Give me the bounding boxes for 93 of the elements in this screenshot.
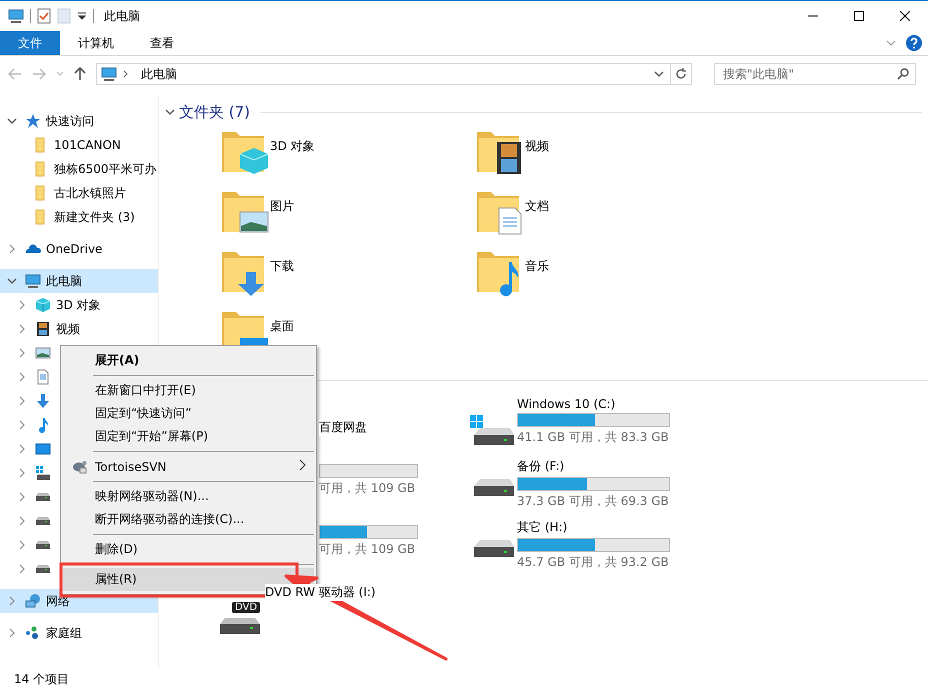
menu-item[interactable]: 固定到“开始”屏幕(P) xyxy=(63,425,314,448)
homegroup-icon xyxy=(25,625,41,641)
item-count: 14 个项目 xyxy=(14,671,70,688)
chevron-right-icon[interactable] xyxy=(7,244,17,254)
dvd-label: DVD xyxy=(232,602,260,613)
drive-icon xyxy=(35,493,51,501)
nav-item[interactable]: 家庭组 xyxy=(0,621,158,645)
nav-item[interactable]: 101CANON xyxy=(0,133,158,157)
drive-icon xyxy=(35,541,51,549)
folder-name[interactable]: 3D 对象 xyxy=(270,128,315,188)
capacity-text: 45.7 GB 可用，共 93.2 GB xyxy=(517,554,669,571)
drive-name[interactable]: 备份 (F:) xyxy=(517,458,564,475)
chevron-right-icon[interactable] xyxy=(17,468,27,478)
nav-item[interactable]: 独栋6500平米可办 xyxy=(0,157,158,181)
windows-drive-icon xyxy=(35,465,51,481)
dropdown-icon[interactable] xyxy=(77,11,87,21)
chevron-right-icon[interactable] xyxy=(17,420,27,430)
chevron-right-icon[interactable] xyxy=(17,396,27,406)
forward-arrow-icon[interactable] xyxy=(32,68,46,80)
search-box[interactable]: 搜索"此电脑" xyxy=(714,63,916,85)
folder-name[interactable]: 音乐 xyxy=(525,248,549,308)
computer-icon xyxy=(8,8,24,24)
dvd-drive-icon xyxy=(218,618,262,636)
close-icon xyxy=(900,11,910,21)
capacity-text: 可用，共 109 GB xyxy=(319,480,416,497)
nav-item[interactable]: 此电脑 xyxy=(0,269,158,293)
chevron-down-icon[interactable] xyxy=(7,276,17,286)
section-heading[interactable]: 文件夹 (7) xyxy=(179,102,250,122)
chevron-right-icon[interactable] xyxy=(17,516,27,526)
document-icon xyxy=(35,369,51,385)
ribbon-tab[interactable]: 查看 xyxy=(132,31,192,55)
breadcrumb-chevron-icon[interactable] xyxy=(123,70,129,78)
film-icon xyxy=(35,321,51,337)
chevron-right-icon[interactable] xyxy=(17,300,27,310)
up-arrow-icon[interactable] xyxy=(74,67,86,81)
chevron-right-icon[interactable] xyxy=(17,492,27,502)
desktop-icon xyxy=(35,441,51,457)
cube-icon xyxy=(35,297,51,313)
drive-name[interactable]: Windows 10 (C:) xyxy=(517,397,616,411)
menu-item[interactable]: 在新窗口中打开(E) xyxy=(63,379,314,402)
menu-item[interactable]: 展开(A) xyxy=(63,349,314,372)
ribbon-tab[interactable]: 文件 xyxy=(0,31,60,55)
drive-icon xyxy=(35,565,51,573)
back-arrow-icon[interactable] xyxy=(8,68,22,80)
help-icon[interactable] xyxy=(906,35,922,51)
nav-item[interactable]: 古北水镇照片 xyxy=(0,181,158,205)
menu-item[interactable]: 删除(D) xyxy=(63,538,314,561)
star-icon xyxy=(25,113,41,129)
capacity-text: 37.3 GB 可用，共 69.3 GB xyxy=(517,493,669,510)
chevron-right-icon[interactable] xyxy=(17,324,27,334)
address-dropdown-icon[interactable] xyxy=(654,70,664,78)
menu-item[interactable]: 断开网络驱动器的连接(C)... xyxy=(63,508,314,531)
chevron-down-icon[interactable] xyxy=(165,107,175,117)
folder-name[interactable]: 视频 xyxy=(525,128,549,188)
menu-item[interactable]: TortoiseSVN xyxy=(63,455,314,478)
chevron-right-icon[interactable] xyxy=(17,564,27,574)
expand-ribbon-icon[interactable] xyxy=(886,39,896,47)
download-arrow-icon xyxy=(35,393,51,409)
chevron-down-icon[interactable] xyxy=(7,116,17,126)
nav-item[interactable]: 视频 xyxy=(0,317,158,341)
computer-icon xyxy=(101,66,117,82)
folder-name[interactable]: 下载 xyxy=(270,248,294,308)
drive-name[interactable]: DVD RW 驱动器 (I:) xyxy=(265,584,376,601)
maximize-icon xyxy=(854,11,864,21)
menu-item[interactable]: 固定到“快速访问” xyxy=(63,402,314,425)
network-icon xyxy=(25,593,41,609)
properties-icon[interactable] xyxy=(37,8,51,24)
nav-item[interactable]: 快速访问 xyxy=(0,109,158,133)
chevron-right-icon[interactable] xyxy=(17,348,27,358)
chevron-right-icon[interactable] xyxy=(7,596,17,606)
capacity-text: 可用，共 109 GB xyxy=(319,541,416,558)
nav-item[interactable]: 新建文件夹 (3) xyxy=(0,205,158,229)
address-path: 此电脑 xyxy=(141,66,177,82)
folder-name[interactable]: 文档 xyxy=(525,188,549,248)
drive-name[interactable]: 其它 (H:) xyxy=(517,519,568,536)
ribbon-tab[interactable]: 计算机 xyxy=(60,31,132,55)
nav-item[interactable]: OneDrive xyxy=(0,237,158,261)
recent-dropdown-icon[interactable] xyxy=(56,71,64,77)
picture-icon xyxy=(35,345,51,361)
window-title: 此电脑 xyxy=(104,8,140,24)
chevron-right-icon[interactable] xyxy=(7,628,17,638)
nav-item[interactable]: 3D 对象 xyxy=(0,293,158,317)
minimize-icon xyxy=(808,15,818,17)
chevron-right-icon[interactable] xyxy=(17,372,27,382)
address-bar[interactable]: 此电脑 xyxy=(96,63,692,85)
menu-item[interactable]: 映射网络驱动器(N)... xyxy=(63,485,314,508)
capacity-text: 41.1 GB 可用，共 83.3 GB xyxy=(517,429,669,446)
folder-name[interactable]: 图片 xyxy=(270,188,294,248)
computer-icon xyxy=(25,273,41,289)
drive-icon xyxy=(35,517,51,525)
chevron-right-icon[interactable] xyxy=(17,540,27,550)
search-icon[interactable] xyxy=(897,68,909,80)
chevron-right-icon[interactable] xyxy=(17,444,27,454)
